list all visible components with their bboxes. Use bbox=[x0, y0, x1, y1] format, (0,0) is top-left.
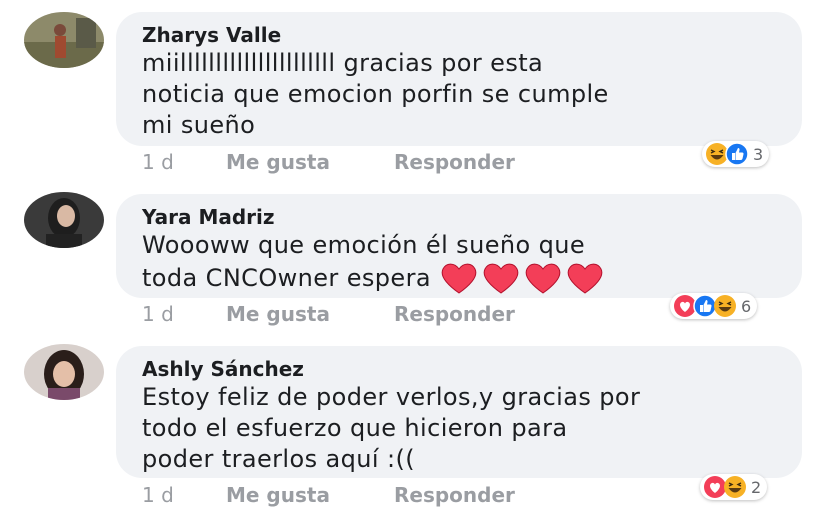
comment-text-line: Estoy feliz de poder verlos,y gracias po… bbox=[142, 383, 641, 411]
comment-text-line: todo el esfuerzo que hicieron para bbox=[142, 414, 568, 442]
comment-text-line: toda CNCOwner espera bbox=[142, 261, 778, 297]
comment-text-line: mi sueño bbox=[142, 111, 256, 139]
comment-author[interactable]: Zharys Valle bbox=[142, 22, 778, 48]
comment-bubble: Zharys Valle miillllllllllllllllllllll g… bbox=[116, 12, 802, 146]
comment-timestamp[interactable]: 1 d bbox=[142, 483, 174, 507]
comment-timestamp[interactable]: 1 d bbox=[142, 302, 174, 326]
reaction-count: 2 bbox=[751, 477, 762, 497]
reactions-summary[interactable]: 2 bbox=[700, 474, 768, 500]
avatar[interactable] bbox=[24, 12, 104, 68]
comment-bubble: Yara Madriz Woooww que emoción él sueño … bbox=[116, 194, 802, 298]
like-reaction-icon bbox=[725, 142, 749, 166]
reaction-count: 3 bbox=[753, 144, 764, 164]
heart-emoji-icon bbox=[525, 263, 561, 294]
heart-emojis bbox=[439, 261, 607, 297]
comment-text-line: miillllllllllllllllllllll gracias por es… bbox=[142, 49, 544, 77]
comment-timestamp[interactable]: 1 d bbox=[142, 150, 174, 174]
comment-bubble: Ashly Sánchez Estoy feliz de poder verlo… bbox=[116, 346, 802, 478]
like-button[interactable]: Me gusta bbox=[226, 150, 330, 174]
heart-emoji-icon bbox=[483, 263, 519, 294]
comment-text-line: Woooww que emoción él sueño que bbox=[142, 231, 585, 259]
comment-author[interactable]: Yara Madriz bbox=[142, 204, 778, 230]
comment-text-fragment: toda CNCOwner espera bbox=[142, 264, 431, 292]
reaction-count: 6 bbox=[741, 296, 752, 316]
reply-button[interactable]: Responder bbox=[394, 150, 515, 174]
like-button[interactable]: Me gusta bbox=[226, 302, 330, 326]
heart-emoji-icon bbox=[567, 263, 603, 294]
reply-button[interactable]: Responder bbox=[394, 302, 515, 326]
comment-author[interactable]: Ashly Sánchez bbox=[142, 356, 778, 382]
reactions-summary[interactable]: 6 bbox=[670, 293, 758, 319]
avatar[interactable] bbox=[24, 192, 104, 248]
comment-text-line: poder traerlos aquí :(( bbox=[142, 445, 415, 473]
haha-reaction-icon bbox=[713, 294, 737, 318]
comment-text-line: noticia que emocion porfin se cumple bbox=[142, 80, 609, 108]
reply-button[interactable]: Responder bbox=[394, 483, 515, 507]
reactions-summary[interactable]: 3 bbox=[702, 141, 770, 167]
haha-reaction-icon bbox=[723, 475, 747, 499]
like-button[interactable]: Me gusta bbox=[226, 483, 330, 507]
avatar[interactable] bbox=[24, 344, 104, 400]
heart-emoji-icon bbox=[441, 263, 477, 294]
